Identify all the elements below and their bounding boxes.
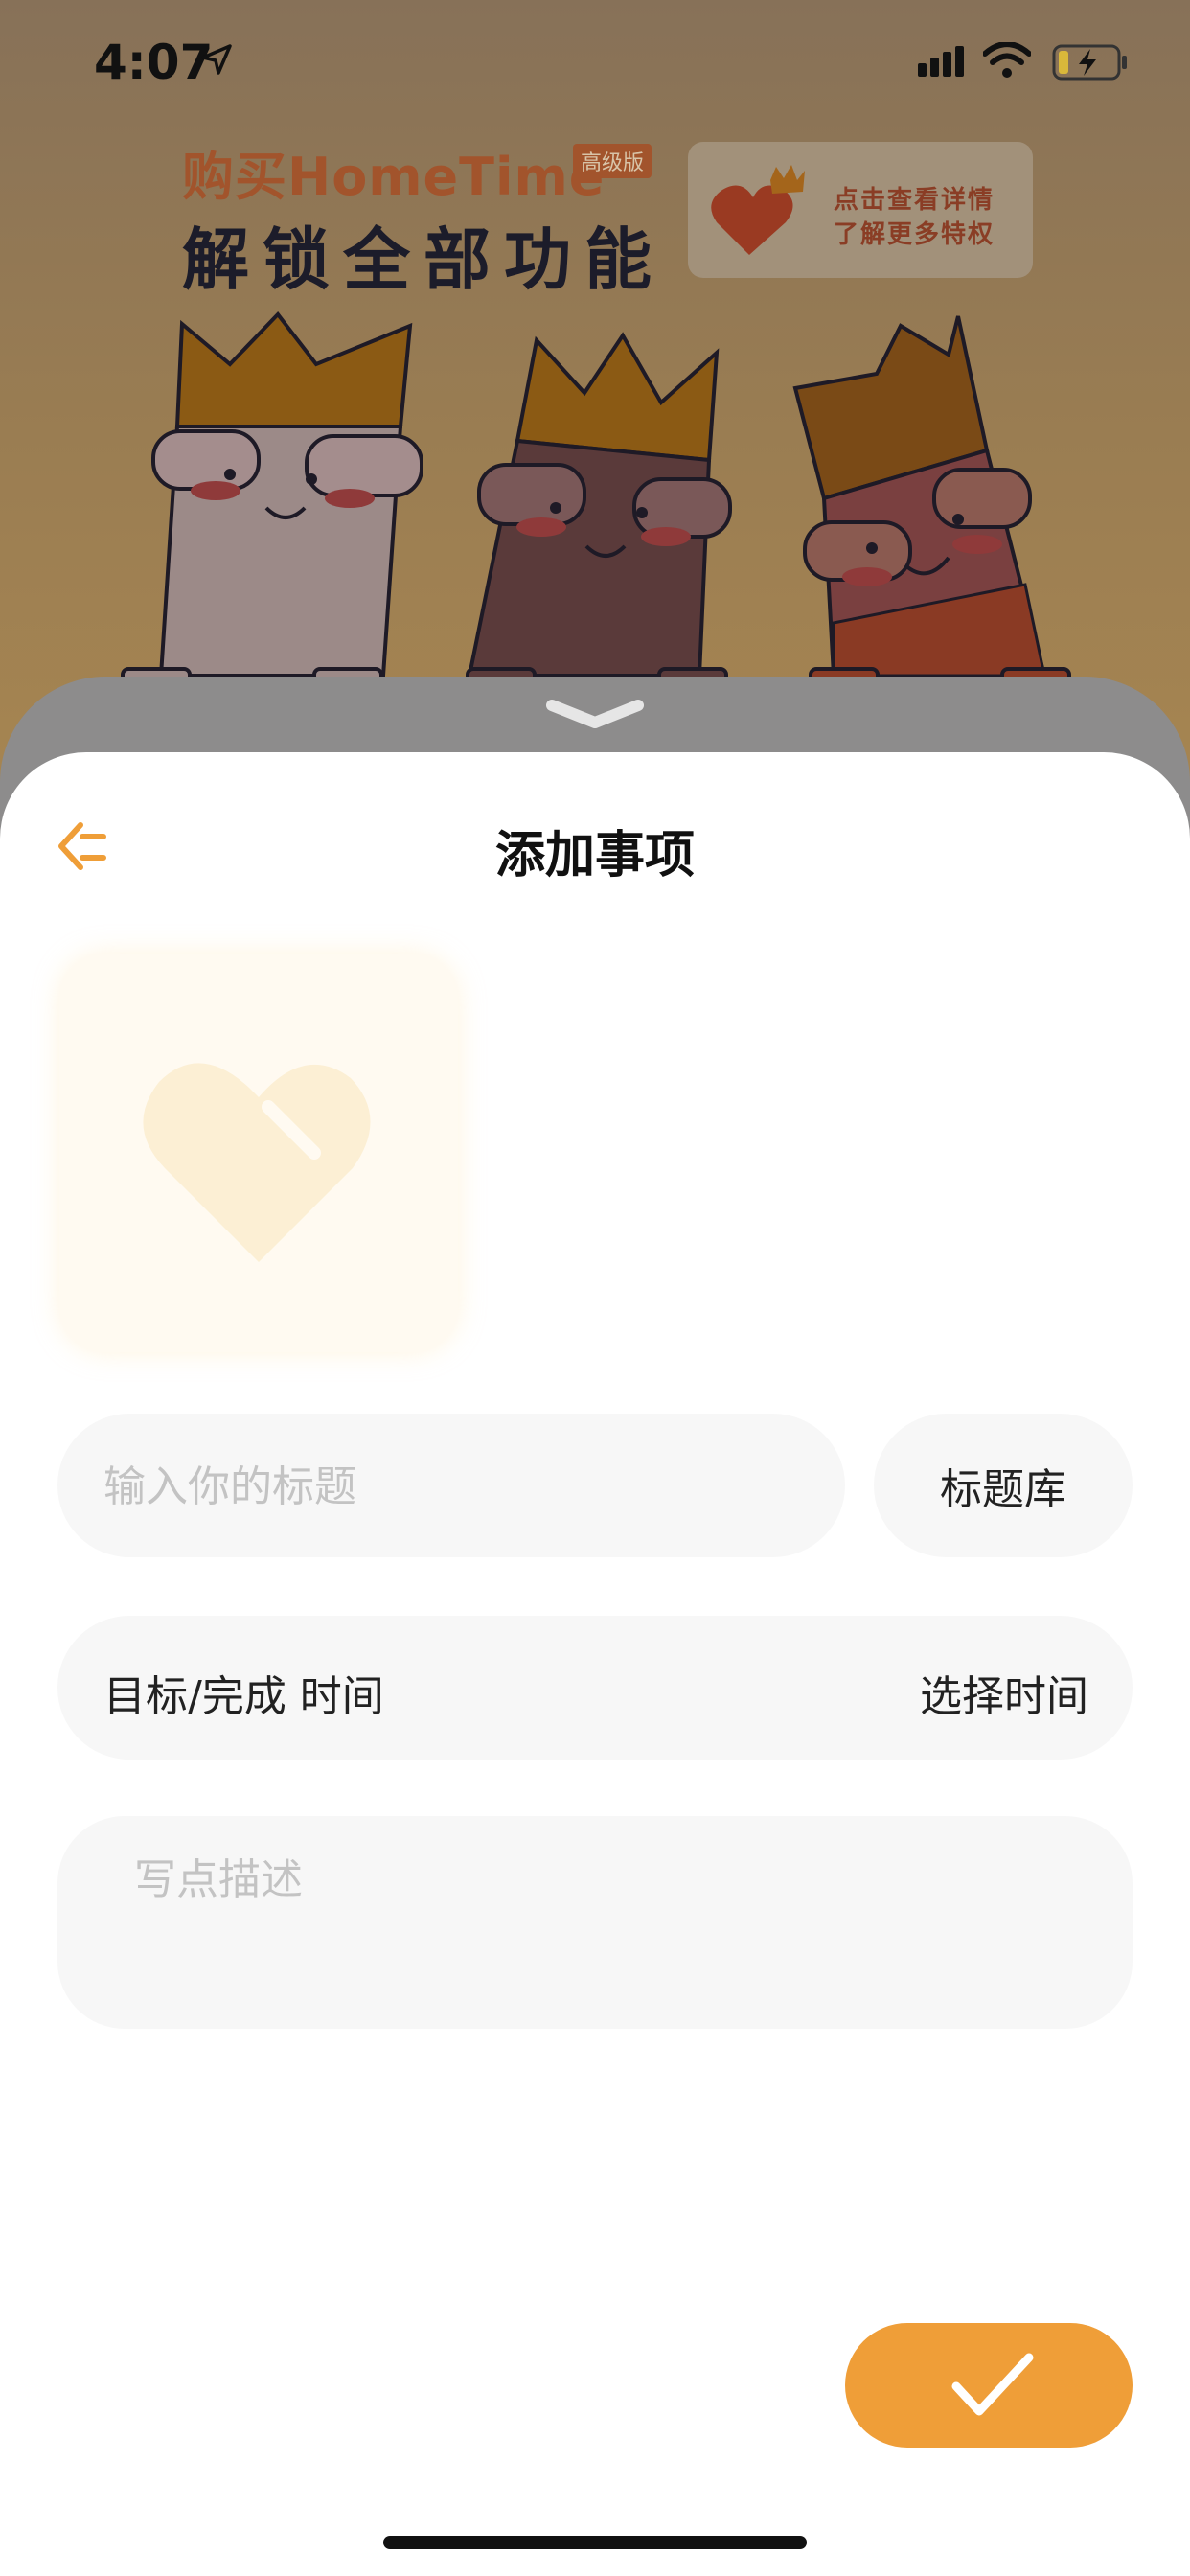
item-icon-picker[interactable]	[59, 954, 458, 1352]
premium-banner[interactable]: 4:07 购买HomeTime 高级版 解锁全部功能 点击查看详情 了解更多特权	[0, 0, 1190, 786]
description-field	[57, 1816, 1133, 2029]
status-time: 4:07	[94, 34, 214, 90]
battery-charging-icon	[1052, 44, 1127, 80]
title-input[interactable]	[102, 1414, 814, 1559]
location-arrow-icon	[201, 44, 232, 75]
home-indicator[interactable]	[383, 2536, 807, 2549]
promo-card-line1: 点击查看详情	[834, 186, 995, 215]
select-time-button[interactable]: 选择时间	[920, 1662, 1088, 1723]
target-time-row[interactable]: 目标/完成 时间 选择时间	[57, 1616, 1133, 1760]
promo-card-line2: 了解更多特权	[834, 220, 995, 249]
confirm-button[interactable]	[845, 2323, 1133, 2448]
target-time-label: 目标/完成 时间	[103, 1672, 384, 1721]
title-library-button[interactable]: 标题库	[874, 1414, 1133, 1557]
page-title: 添加事项	[494, 827, 695, 885]
wifi-icon	[983, 42, 1031, 78]
king-character-right	[792, 315, 1071, 698]
promo-subheadline: 解锁全部功能	[182, 220, 665, 299]
checkmark-icon	[951, 2353, 1034, 2416]
title-field	[57, 1414, 845, 1559]
crowned-heart-icon	[711, 165, 805, 255]
promo-headline: 购买HomeTime	[182, 147, 606, 207]
heart-icon	[143, 1063, 371, 1262]
king-characters-illustration	[121, 310, 1071, 698]
chevron-down-icon[interactable]	[546, 698, 644, 732]
king-character-left	[121, 310, 423, 698]
status-bar: 4:07	[0, 0, 1190, 126]
promo-details-card[interactable]: 点击查看详情 了解更多特权	[688, 142, 1033, 278]
premium-badge: 高级版	[573, 144, 652, 178]
king-character-middle	[466, 332, 732, 698]
cellular-signal-icon	[918, 46, 964, 77]
description-input[interactable]	[132, 1843, 1075, 2010]
